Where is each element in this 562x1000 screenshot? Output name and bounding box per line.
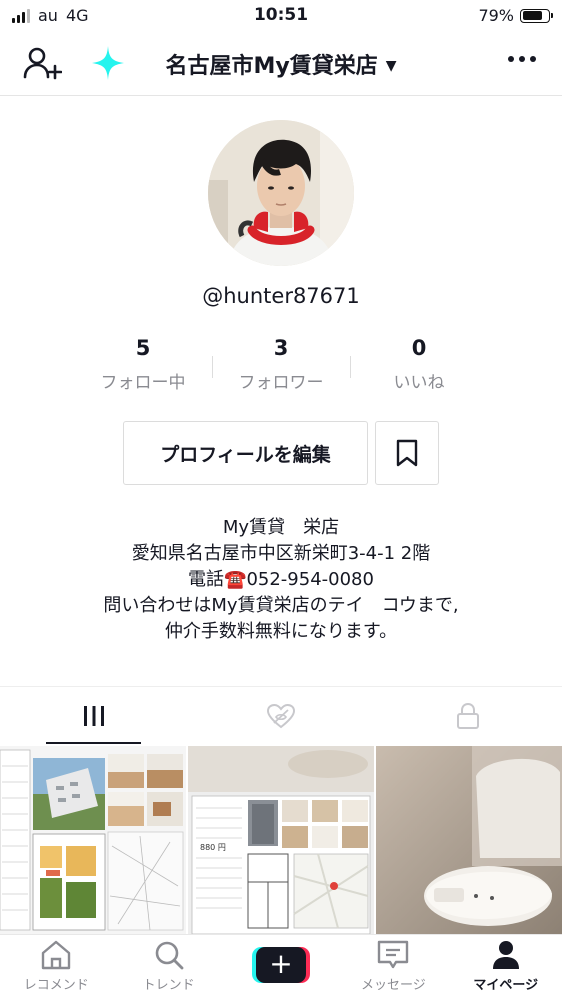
content-tabs xyxy=(0,686,562,744)
tab-private[interactable] xyxy=(374,687,561,744)
likes-label: いいね xyxy=(393,373,445,393)
followers-count: 3 xyxy=(273,336,289,360)
profile-stats: 5 フォロー中 3 フォロワー 0 いいね xyxy=(74,336,488,396)
nav-home[interactable]: レコメンド xyxy=(0,935,112,1000)
tab-videos[interactable] xyxy=(0,687,187,744)
bio-line: 仲介手数料無料になります。 xyxy=(164,621,398,642)
likes-stat[interactable]: 0 いいね xyxy=(350,336,488,396)
nav-home-label: レコメンド xyxy=(23,978,89,993)
profile-icon xyxy=(492,941,519,969)
following-stat[interactable]: 5 フォロー中 xyxy=(74,336,212,396)
more-options-icon[interactable] xyxy=(508,56,536,62)
nav-profile[interactable]: マイページ xyxy=(450,935,562,1000)
likes-count: 0 xyxy=(411,336,427,360)
bottom-nav: レコメンド トレンド + メッセージ マイページ xyxy=(0,934,562,1000)
listing-price: 880 円 xyxy=(200,843,226,852)
nav-trend[interactable]: トレンド xyxy=(112,935,224,1000)
plus-icon: + xyxy=(251,947,310,983)
tab-liked[interactable] xyxy=(187,687,374,744)
video-thumbnail[interactable] xyxy=(0,746,186,934)
bookmark-icon xyxy=(396,439,418,467)
bio-line: 問い合わせはMy賃貸栄店のテイ コウまで, xyxy=(103,595,459,616)
video-grid: 880 円 xyxy=(0,746,562,934)
avatar[interactable] xyxy=(208,120,354,266)
nav-profile-label: マイページ xyxy=(473,978,539,993)
username: @hunter87671 xyxy=(202,284,360,308)
battery-icon xyxy=(520,8,553,23)
lock-icon xyxy=(456,702,479,729)
edit-profile-button[interactable]: プロフィールを編集 xyxy=(123,421,368,485)
heart-hidden-icon xyxy=(266,703,295,728)
status-bar: au 4G 10:51 79% xyxy=(0,0,562,32)
battery-percent: 79% xyxy=(478,6,514,25)
bio-line: My賃貸 栄店 xyxy=(222,517,340,538)
nav-messages[interactable]: メッセージ xyxy=(337,935,449,1000)
nav-messages-label: メッセージ xyxy=(360,978,426,993)
profile-header: 名古屋市My賃貸栄店 ▼ xyxy=(0,32,562,96)
message-icon xyxy=(378,940,409,969)
chevron-down-icon: ▼ xyxy=(385,58,397,74)
video-thumbnail[interactable]: 880 円 xyxy=(188,746,374,934)
status-right: 79% xyxy=(478,6,553,25)
bookmark-button[interactable] xyxy=(375,421,439,485)
following-count: 5 xyxy=(135,336,151,360)
video-thumbnail[interactable] xyxy=(376,746,562,934)
bio-line: 電話☎️052-954-0080 xyxy=(188,569,374,590)
account-title: 名古屋市My賃貸栄店 xyxy=(165,54,378,79)
followers-stat[interactable]: 3 フォロワー xyxy=(212,336,350,396)
account-switcher[interactable]: 名古屋市My賃貸栄店 ▼ xyxy=(0,48,562,80)
nav-create[interactable]: + xyxy=(225,935,337,1000)
profile-bio: My賃貸 栄店 愛知県名古屋市中区新栄町3-4-1 2階 電話☎️052-954… xyxy=(0,515,562,645)
followers-label: フォロワー xyxy=(238,373,324,393)
grid-icon xyxy=(83,705,104,726)
bio-line: 愛知県名古屋市中区新栄町3-4-1 2階 xyxy=(131,543,431,564)
home-icon xyxy=(41,940,71,970)
nav-trend-label: トレンド xyxy=(142,978,195,993)
search-icon xyxy=(155,941,183,970)
following-label: フォロー中 xyxy=(100,373,186,393)
